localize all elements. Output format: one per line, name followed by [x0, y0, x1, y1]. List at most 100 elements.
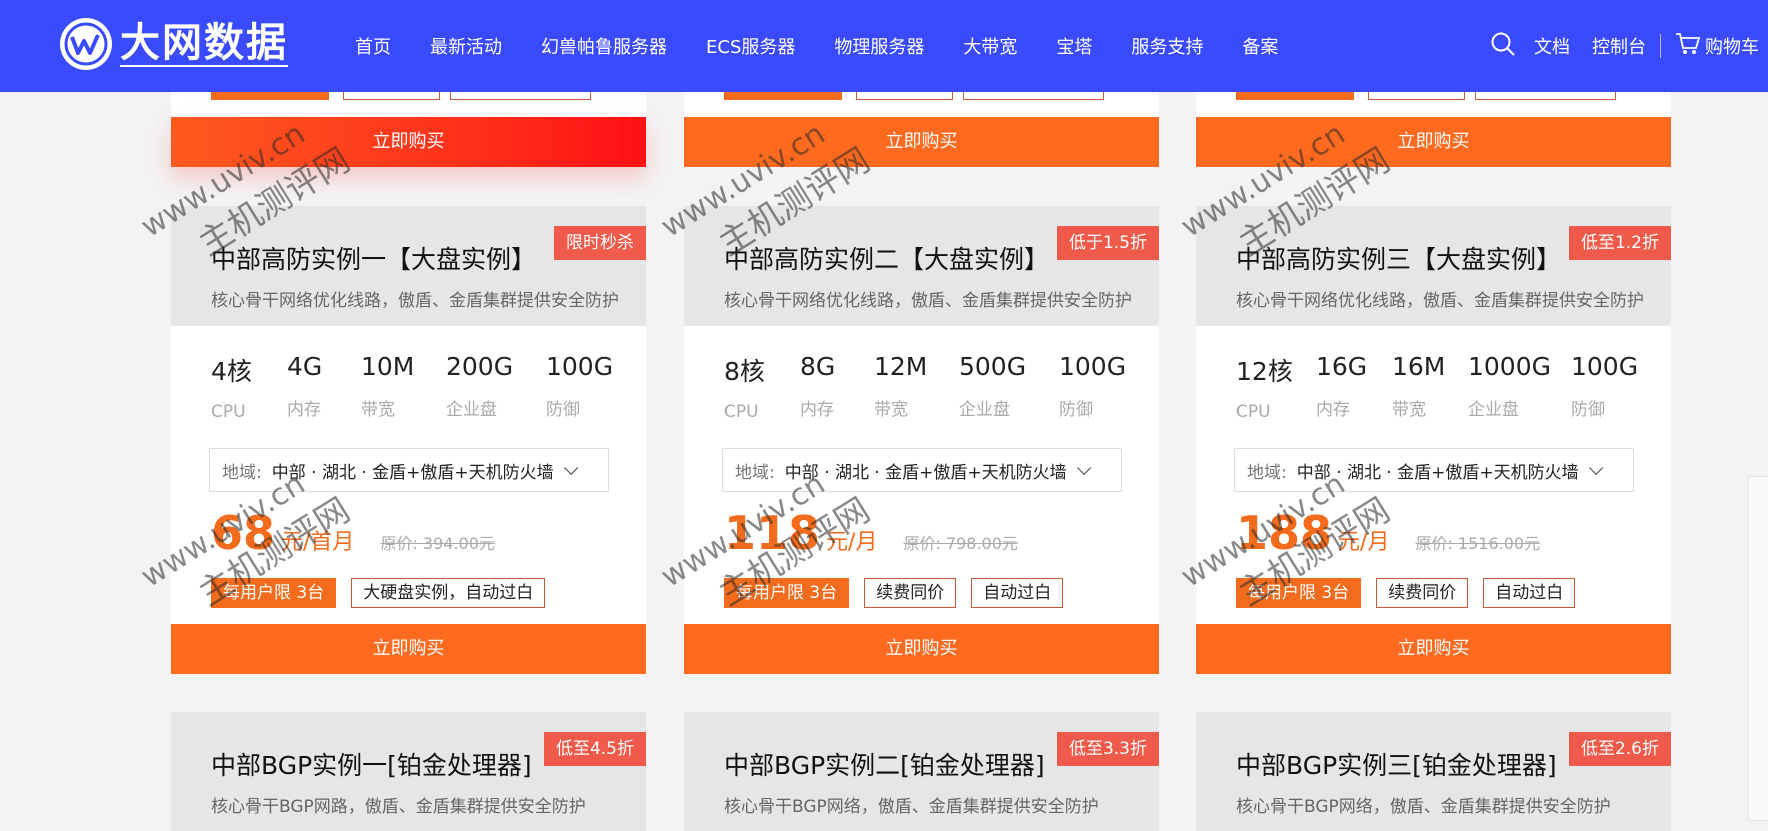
buy-now-button[interactable]: 立即购买 [171, 624, 646, 674]
buy-now-button[interactable]: 立即购买 [171, 117, 646, 167]
cart-link[interactable]: 购物车 [1705, 33, 1759, 59]
spec-value: 16M [1392, 352, 1446, 381]
prev-tag-stub [856, 92, 953, 100]
prev-tag-stub [724, 92, 842, 100]
nav-support[interactable]: 服务支持 [1131, 33, 1203, 59]
card-description: 核心骨干网络优化线路，傲盾、金盾集群提供安全防护 [211, 291, 619, 311]
card-title: 中部高防实例二【大盘实例】 [724, 245, 1050, 274]
region-label: 地域: [1247, 462, 1287, 483]
price-row: 68 元/首月 原价: 394.00元 [211, 506, 495, 560]
spec-label: 带宽 [874, 400, 908, 420]
original-price: 原价: 394.00元 [380, 534, 495, 553]
prev-tag-stub [963, 92, 1104, 100]
card-description: 核心骨干网络优化线路，傲盾、金盾集群提供安全防护 [1236, 291, 1644, 311]
spec-memory: 8G 内存 [800, 352, 835, 420]
nav-physical[interactable]: 物理服务器 [834, 33, 924, 59]
spec-value: 100G [1059, 352, 1127, 381]
price: 68 [211, 506, 276, 560]
card-description: 核心骨干BGP网络，傲盾、金盾集群提供安全防护 [724, 797, 1099, 817]
spec-label: 带宽 [1392, 400, 1426, 420]
search-icon[interactable] [1490, 31, 1516, 61]
prev-tag-stub [450, 92, 591, 100]
buy-now-button[interactable]: 立即购买 [1196, 117, 1671, 167]
discount-badge: 低至2.6折 [1568, 732, 1671, 766]
spec-memory: 16G 内存 [1316, 352, 1367, 420]
region-value: 中部 · 湖北 · 金盾+傲盾+天机防火墙 [784, 462, 1067, 483]
spec-cpu: 4核 CPU [211, 352, 252, 422]
spec-value: 10M [361, 352, 415, 381]
main-nav: 首页 最新活动 幻兽帕鲁服务器 ECS服务器 物理服务器 大带宽 宝塔 服务支持… [355, 0, 1317, 92]
price: 118 [724, 506, 821, 560]
region-select[interactable]: 地域: 中部 · 湖北 · 金盾+傲盾+天机防火墙 [722, 448, 1122, 492]
nav-bandwidth[interactable]: 大带宽 [963, 33, 1017, 59]
spec-bandwidth: 16M 带宽 [1392, 352, 1445, 420]
spec-value: 4核 [211, 357, 252, 386]
card-title: 中部BGP实例一[铂金处理器] [211, 751, 532, 780]
spec-memory: 4G 内存 [287, 352, 322, 420]
price-unit: 元/月 [826, 530, 878, 555]
nav-ecs[interactable]: ECS服务器 [706, 33, 795, 59]
spec-bandwidth: 10M 带宽 [361, 352, 414, 420]
discount-badge: 低至4.5折 [543, 732, 646, 766]
prev-tag-stub [1236, 92, 1354, 100]
feature-tag: 自动过白 [971, 578, 1064, 608]
region-select[interactable]: 地域: 中部 · 湖北 · 金盾+傲盾+天机防火墙 [209, 448, 609, 492]
card-title: 中部高防实例一【大盘实例】 [211, 245, 537, 274]
spec-value: 8G [800, 352, 836, 381]
nav-home[interactable]: 首页 [355, 33, 391, 59]
prev-card-remnant [171, 92, 646, 117]
spec-cpu: 8核 CPU [724, 352, 765, 422]
spec-defense: 100G 防御 [1571, 352, 1638, 420]
region-select[interactable]: 地域: 中部 · 湖北 · 金盾+傲盾+天机防火墙 [1234, 448, 1634, 492]
spec-disk: 200G 企业盘 [446, 352, 513, 420]
region-value: 中部 · 湖北 · 金盾+傲盾+天机防火墙 [1296, 462, 1579, 483]
spec-label: 防御 [1059, 400, 1093, 420]
spec-label: 防御 [1571, 400, 1605, 420]
floating-side-panel[interactable] [1748, 476, 1768, 821]
region-label: 地域: [735, 462, 775, 483]
product-card: 中部高防实例三【大盘实例】 低至1.2折 核心骨干网络优化线路，傲盾、金盾集群提… [1196, 206, 1671, 674]
spec-label: 内存 [800, 400, 834, 420]
spec-label: 内存 [1316, 400, 1350, 420]
spec-bandwidth: 12M 带宽 [874, 352, 927, 420]
spec-label: CPU [211, 402, 246, 422]
site-logo[interactable]: 大网数据 [60, 18, 288, 70]
nav-palworld[interactable]: 幻兽帕鲁服务器 [541, 33, 667, 59]
buy-now-button[interactable]: 立即购买 [684, 117, 1159, 167]
nav-icp[interactable]: 备案 [1242, 33, 1278, 59]
feature-tag: 大硬盘实例，自动过白 [351, 578, 546, 608]
tag-list: 每用户限 3台 续费同价 自动过白 [1236, 578, 1590, 608]
card-title: 中部BGP实例三[铂金处理器] [1236, 751, 1557, 780]
spec-defense: 100G 防御 [1059, 352, 1126, 420]
nav-baota[interactable]: 宝塔 [1056, 33, 1092, 59]
card-description: 核心骨干BGP网络，傲盾、金盾集群提供安全防护 [1236, 797, 1611, 817]
buy-now-button[interactable]: 立即购买 [684, 624, 1159, 674]
prev-card-remnant [1196, 92, 1671, 117]
spec-defense: 100G 防御 [546, 352, 613, 420]
prev-tag-stub [211, 92, 329, 100]
header-divider [1660, 34, 1661, 58]
original-price: 原价: 798.00元 [903, 534, 1018, 553]
tag-list: 每用户限 3台 大硬盘实例，自动过白 [211, 578, 560, 608]
chevron-down-icon [1588, 460, 1603, 475]
buy-now-button[interactable]: 立即购买 [1196, 624, 1671, 674]
spec-value: 4G [287, 352, 323, 381]
prev-tag-stub [343, 92, 440, 100]
docs-link[interactable]: 文档 [1534, 33, 1570, 59]
nav-activities[interactable]: 最新活动 [430, 33, 502, 59]
logo-icon [60, 18, 112, 70]
discount-badge: 低至1.2折 [1568, 226, 1671, 260]
product-card: 中部高防实例一【大盘实例】 限时秒杀 核心骨干网络优化线路，傲盾、金盾集群提供安… [171, 206, 646, 674]
spec-disk: 1000G 企业盘 [1468, 352, 1551, 420]
feature-tag: 自动过白 [1483, 578, 1576, 608]
spec-value: 100G [1571, 352, 1639, 381]
cart-icon[interactable] [1675, 32, 1701, 60]
feature-tag: 续费同价 [1376, 578, 1469, 608]
product-card: 中部BGP实例二[铂金处理器] 低至3.3折 核心骨干BGP网络，傲盾、金盾集群… [684, 712, 1159, 831]
spec-label: 企业盘 [446, 400, 497, 420]
logo-text: 大网数据 [120, 20, 288, 67]
price-unit: 元/月 [1338, 530, 1390, 555]
prev-card-remnant [684, 92, 1159, 117]
spec-label: CPU [724, 402, 759, 422]
console-link[interactable]: 控制台 [1592, 33, 1646, 59]
